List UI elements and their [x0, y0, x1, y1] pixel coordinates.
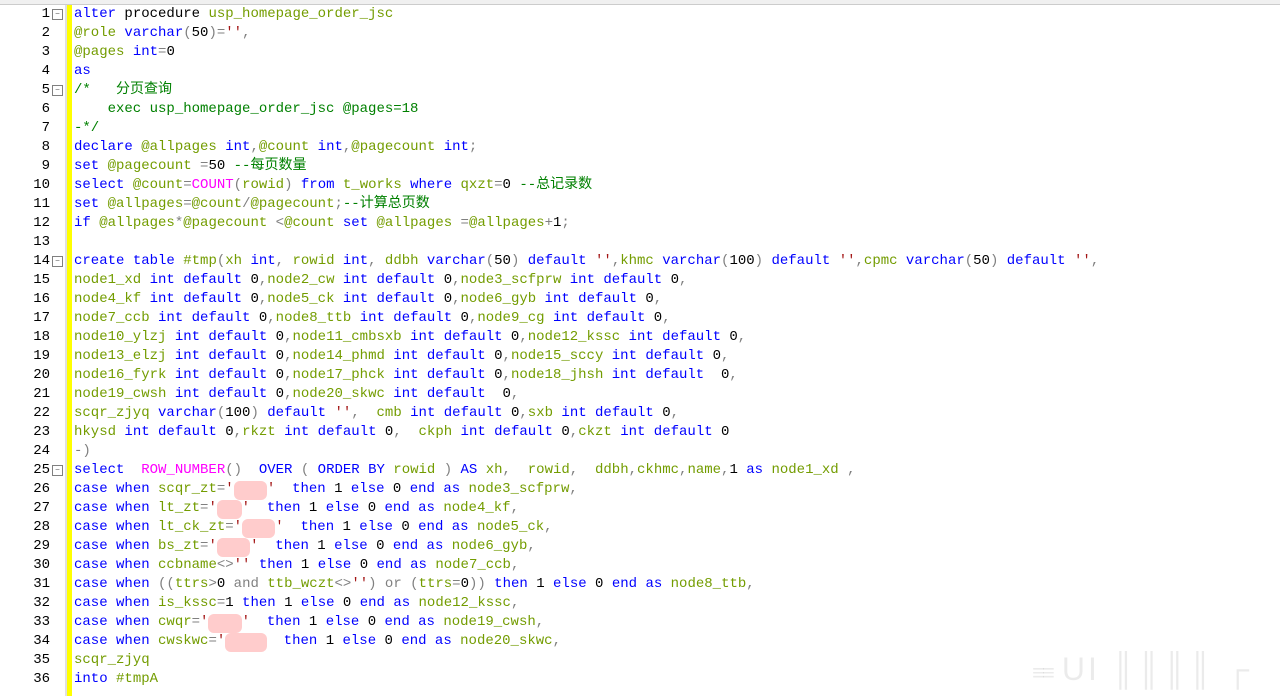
line-number: 28	[0, 518, 63, 537]
line-number: 16	[0, 290, 63, 309]
code-line: declare @allpages int,@count int,@pageco…	[74, 138, 1280, 157]
code-line: set @pagecount =50 --每页数量	[74, 157, 1280, 176]
code-line: /* 分页查询	[74, 81, 1280, 100]
code-line: node16_fyrk int default 0,node17_phck in…	[74, 366, 1280, 385]
code-line: exec usp_homepage_order_jsc @pages=18	[74, 100, 1280, 119]
code-line: -)	[74, 442, 1280, 461]
code-line: into #tmpA	[74, 670, 1280, 689]
code-line: set @allpages=@count/@pagecount;--计算总页数	[74, 195, 1280, 214]
code-line: case when is_kssc=1 then 1 else 0 end as…	[74, 594, 1280, 613]
line-number-gutter: 1−2345−67891011121314−151617181920212223…	[0, 5, 66, 696]
code-line	[74, 233, 1280, 252]
line-number: 17	[0, 309, 63, 328]
code-line: case when lt_ck_zt='███' then 1 else 0 e…	[74, 518, 1280, 537]
code-line: select ROW_NUMBER() OVER ( ORDER BY rowi…	[74, 461, 1280, 480]
line-number: 1−	[0, 5, 63, 24]
code-line: node10_ylzj int default 0,node11_cmbsxb …	[74, 328, 1280, 347]
line-number: 14−	[0, 252, 63, 271]
line-number: 19	[0, 347, 63, 366]
code-line: case when cwqr='███' then 1 else 0 end a…	[74, 613, 1280, 632]
line-number: 18	[0, 328, 63, 347]
line-number: 3	[0, 43, 63, 62]
line-number: 10	[0, 176, 63, 195]
line-number: 21	[0, 385, 63, 404]
code-line: case when ((ttrs>0 and ttb_wczt<>'') or …	[74, 575, 1280, 594]
code-line: select @count=COUNT(rowid) from t_works …	[74, 176, 1280, 195]
fold-toggle-icon[interactable]: −	[52, 85, 63, 96]
code-line: scqr_zjyq varchar(100) default '', cmb i…	[74, 404, 1280, 423]
line-number: 30	[0, 556, 63, 575]
code-line: case when cwskwc='████ then 1 else 0 end…	[74, 632, 1280, 651]
code-line: hkysd int default 0,rkzt int default 0, …	[74, 423, 1280, 442]
line-number: 29	[0, 537, 63, 556]
code-line: node7_ccb int default 0,node8_ttb int de…	[74, 309, 1280, 328]
line-number: 11	[0, 195, 63, 214]
line-number: 27	[0, 499, 63, 518]
code-line: @pages int=0	[74, 43, 1280, 62]
line-number: 6	[0, 100, 63, 119]
code-line: as	[74, 62, 1280, 81]
fold-toggle-icon[interactable]: −	[52, 9, 63, 20]
code-editor: 1−2345−67891011121314−151617181920212223…	[0, 5, 1280, 696]
code-line: -*/	[74, 119, 1280, 138]
code-line: node13_elzj int default 0,node14_phmd in…	[74, 347, 1280, 366]
line-number: 8	[0, 138, 63, 157]
code-line: node19_cwsh int default 0,node20_skwc in…	[74, 385, 1280, 404]
code-line: alter procedure usp_homepage_order_jsc	[74, 5, 1280, 24]
code-line: node1_xd int default 0,node2_cw int defa…	[74, 271, 1280, 290]
line-number: 25−	[0, 461, 63, 480]
code-line: if @allpages*@pagecount <@count set @all…	[74, 214, 1280, 233]
line-number: 23	[0, 423, 63, 442]
code-line: node4_kf int default 0,node5_ck int defa…	[74, 290, 1280, 309]
line-number: 24	[0, 442, 63, 461]
fold-toggle-icon[interactable]: −	[52, 465, 63, 476]
line-number: 32	[0, 594, 63, 613]
line-number: 33	[0, 613, 63, 632]
line-number: 26	[0, 480, 63, 499]
code-line: case when lt_zt='██' then 1 else 0 end a…	[74, 499, 1280, 518]
code-line: case when bs_zt='███' then 1 else 0 end …	[74, 537, 1280, 556]
code-line: case when ccbname<>'' then 1 else 0 end …	[74, 556, 1280, 575]
line-number: 5−	[0, 81, 63, 100]
line-number: 9	[0, 157, 63, 176]
line-number: 34	[0, 632, 63, 651]
code-area[interactable]: alter procedure usp_homepage_order_jsc@r…	[72, 5, 1280, 696]
line-number: 35	[0, 651, 63, 670]
code-line: scqr_zjyq	[74, 651, 1280, 670]
line-number: 31	[0, 575, 63, 594]
fold-toggle-icon[interactable]: −	[52, 256, 63, 267]
line-number: 22	[0, 404, 63, 423]
line-number: 15	[0, 271, 63, 290]
line-number: 4	[0, 62, 63, 81]
line-number: 12	[0, 214, 63, 233]
line-number: 20	[0, 366, 63, 385]
line-number: 7	[0, 119, 63, 138]
line-number: 2	[0, 24, 63, 43]
line-number: 13	[0, 233, 63, 252]
code-line: create table #tmp(xh int, rowid int, ddb…	[74, 252, 1280, 271]
code-line: @role varchar(50)='',	[74, 24, 1280, 43]
code-line: case when scqr_zt='███' then 1 else 0 en…	[74, 480, 1280, 499]
line-number: 36	[0, 670, 63, 689]
